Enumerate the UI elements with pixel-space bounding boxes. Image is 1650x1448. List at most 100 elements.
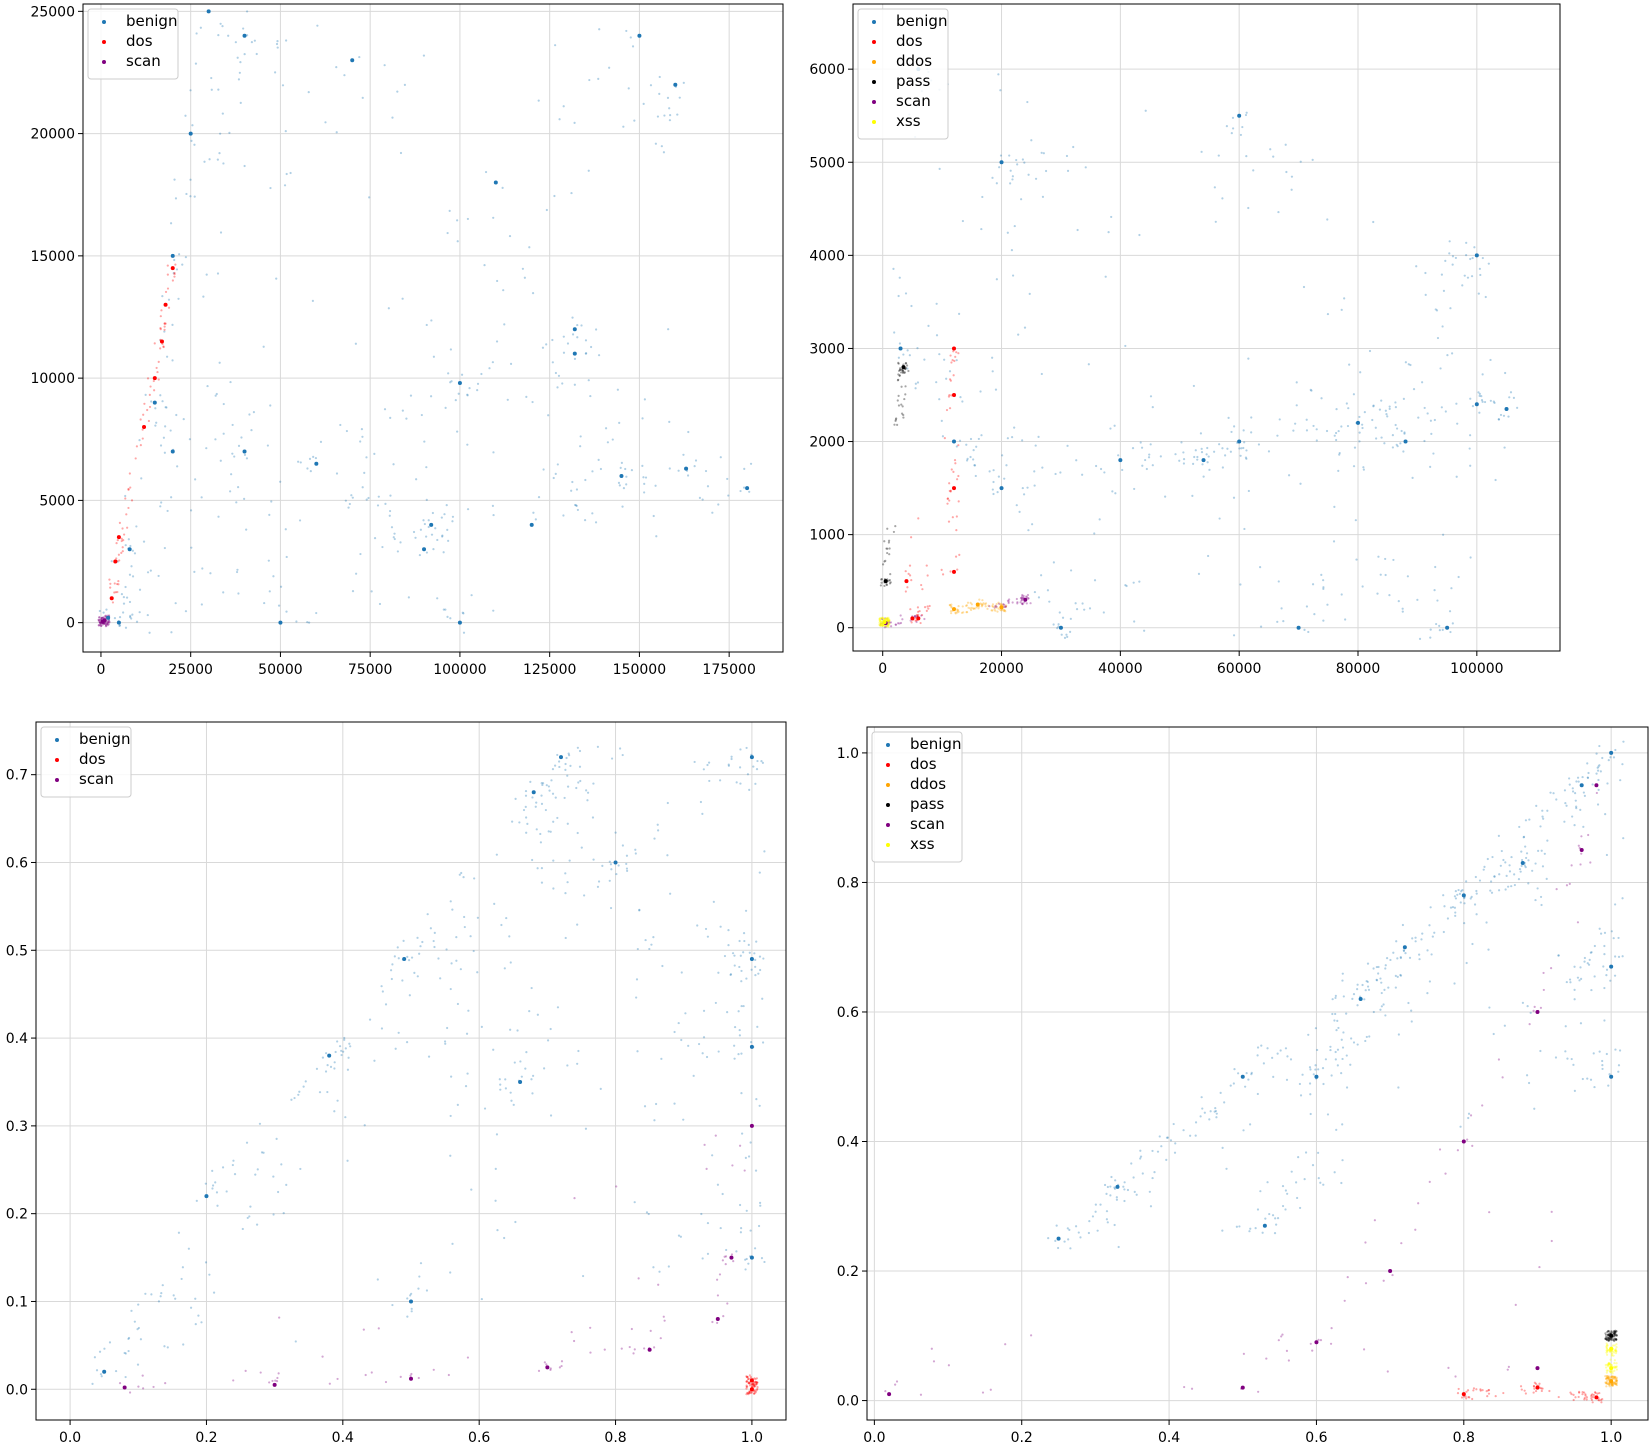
data-point-benign: [999, 486, 1004, 491]
scatter-point-benign: [596, 885, 600, 888]
scatter-point-benign: [159, 505, 162, 508]
scatter-point-scan: [137, 1385, 140, 1388]
scatter-point-benign: [1424, 293, 1427, 296]
scatter-point-scan: [1550, 1239, 1553, 1243]
scatter-point-scan: [649, 1329, 652, 1332]
scatter-point-benign: [1429, 906, 1432, 909]
scatter-point-benign: [1303, 628, 1306, 631]
scatter-point-benign: [1593, 1085, 1596, 1089]
scatter-point-benign: [1429, 465, 1432, 468]
scatter-point-benign: [127, 538, 130, 541]
scatter-point-benign: [1249, 1123, 1252, 1126]
scatter-point-benign: [738, 1028, 741, 1032]
scatter-point-benign: [575, 504, 578, 507]
scatter-point-benign: [1192, 384, 1195, 388]
scatter-point-benign: [295, 620, 298, 623]
scatter-point-benign: [1573, 1089, 1576, 1092]
scatter-point-benign: [1182, 1129, 1185, 1132]
scatter-point-benign: [969, 455, 972, 459]
scatter-point-benign: [1285, 170, 1288, 174]
scatter-point-scan: [572, 1339, 576, 1343]
scatter-point-benign: [431, 511, 434, 515]
y-tick-label: 2000: [809, 435, 845, 451]
scatter-point-benign: [1333, 1171, 1336, 1174]
scatter-point-benign: [1552, 792, 1555, 795]
scatter-point-dos: [958, 553, 961, 556]
scatter-point-benign: [1517, 878, 1521, 881]
scatter-point-scan: [1497, 1058, 1501, 1061]
scatter-point-scan: [890, 625, 893, 628]
scatter-point-benign: [658, 75, 661, 79]
scatter-point-benign: [384, 502, 387, 506]
scatter-point-benign: [262, 345, 265, 348]
scatter-point-benign: [1387, 986, 1390, 989]
scatter-point-scan: [615, 1185, 618, 1188]
scatter-point-benign: [1244, 456, 1248, 459]
y-tick-label: 4000: [809, 248, 845, 264]
scatter-point-benign: [105, 608, 108, 611]
scatter-point-benign: [1519, 870, 1522, 873]
scatter-point-benign: [222, 402, 225, 406]
data-point-benign: [1240, 1074, 1245, 1079]
scatter-point-benign: [1394, 974, 1397, 977]
scatter-point-benign: [170, 496, 173, 499]
scatter-point-benign: [1588, 958, 1591, 962]
scatter-point-benign: [390, 977, 393, 981]
scatter-point-dos: [1533, 1381, 1536, 1384]
scatter-point-benign: [1015, 504, 1018, 507]
scatter-point-benign: [1115, 1198, 1119, 1201]
scatter-point-scan: [97, 624, 100, 627]
scatter-point-scan: [370, 1371, 373, 1374]
scatter-point-benign: [1386, 415, 1389, 418]
scatter-point-benign: [93, 1356, 96, 1359]
scatter-point-dos: [143, 402, 146, 405]
scatter-point-benign: [1075, 459, 1078, 462]
scatter-point-benign: [1345, 1054, 1348, 1057]
scatter-point-benign: [449, 987, 452, 991]
scatter-point-benign: [668, 420, 671, 423]
scatter-point-benign: [1245, 111, 1248, 114]
scatter-point-benign: [465, 1032, 469, 1035]
scatter-point-benign: [717, 503, 720, 506]
scatter-point-benign: [274, 71, 277, 74]
scatter-point-benign: [127, 1349, 130, 1353]
data-point-benign: [170, 449, 175, 454]
x-tick-label: 175000: [702, 662, 755, 678]
data-point-dos: [916, 616, 921, 621]
scatter-point-benign: [206, 384, 209, 388]
scatter-point-pass: [897, 362, 900, 365]
scatter-point-benign: [1206, 461, 1209, 464]
scatter-point-benign: [1356, 983, 1359, 986]
scatter-point-ddos: [969, 608, 973, 612]
scatter-point-benign: [1295, 381, 1298, 384]
scatter-point-benign: [656, 115, 660, 118]
scatter-point-dos: [748, 1384, 752, 1387]
scatter-point-benign: [368, 1018, 372, 1021]
scatter-point-benign: [1151, 464, 1154, 467]
scatter-point-benign: [742, 1004, 745, 1008]
scatter-point-benign: [988, 470, 991, 473]
scatter-point-benign: [1169, 1139, 1173, 1142]
scatter-point-benign: [501, 186, 504, 189]
scatter-point-benign: [449, 617, 452, 620]
scatter-point-benign: [1057, 1246, 1060, 1250]
scatter-point-scan: [244, 1369, 247, 1372]
scatter-point-benign: [1021, 486, 1024, 490]
scatter-point-benign: [589, 345, 593, 349]
scatter-point-benign: [566, 774, 569, 777]
scatter-point-benign: [1156, 1150, 1160, 1153]
scatter-point-benign: [1003, 477, 1006, 480]
scatter-point-dos: [117, 580, 120, 583]
scatter-point-dos: [1590, 1397, 1593, 1400]
scatter-point-scan: [632, 1352, 635, 1355]
scatter-point-benign: [1356, 988, 1359, 991]
scatter-point-benign: [940, 419, 943, 422]
scatter-point-benign: [159, 394, 162, 397]
scatter-point-benign: [740, 1092, 743, 1095]
scatter-point-dos: [1583, 1391, 1586, 1394]
scatter-point-benign: [195, 1199, 198, 1202]
scatter-point-benign: [280, 1163, 283, 1166]
x-tick-label: 0: [878, 661, 887, 677]
scatter-point-benign: [604, 427, 608, 430]
scatter-point-dos: [1585, 1396, 1589, 1399]
